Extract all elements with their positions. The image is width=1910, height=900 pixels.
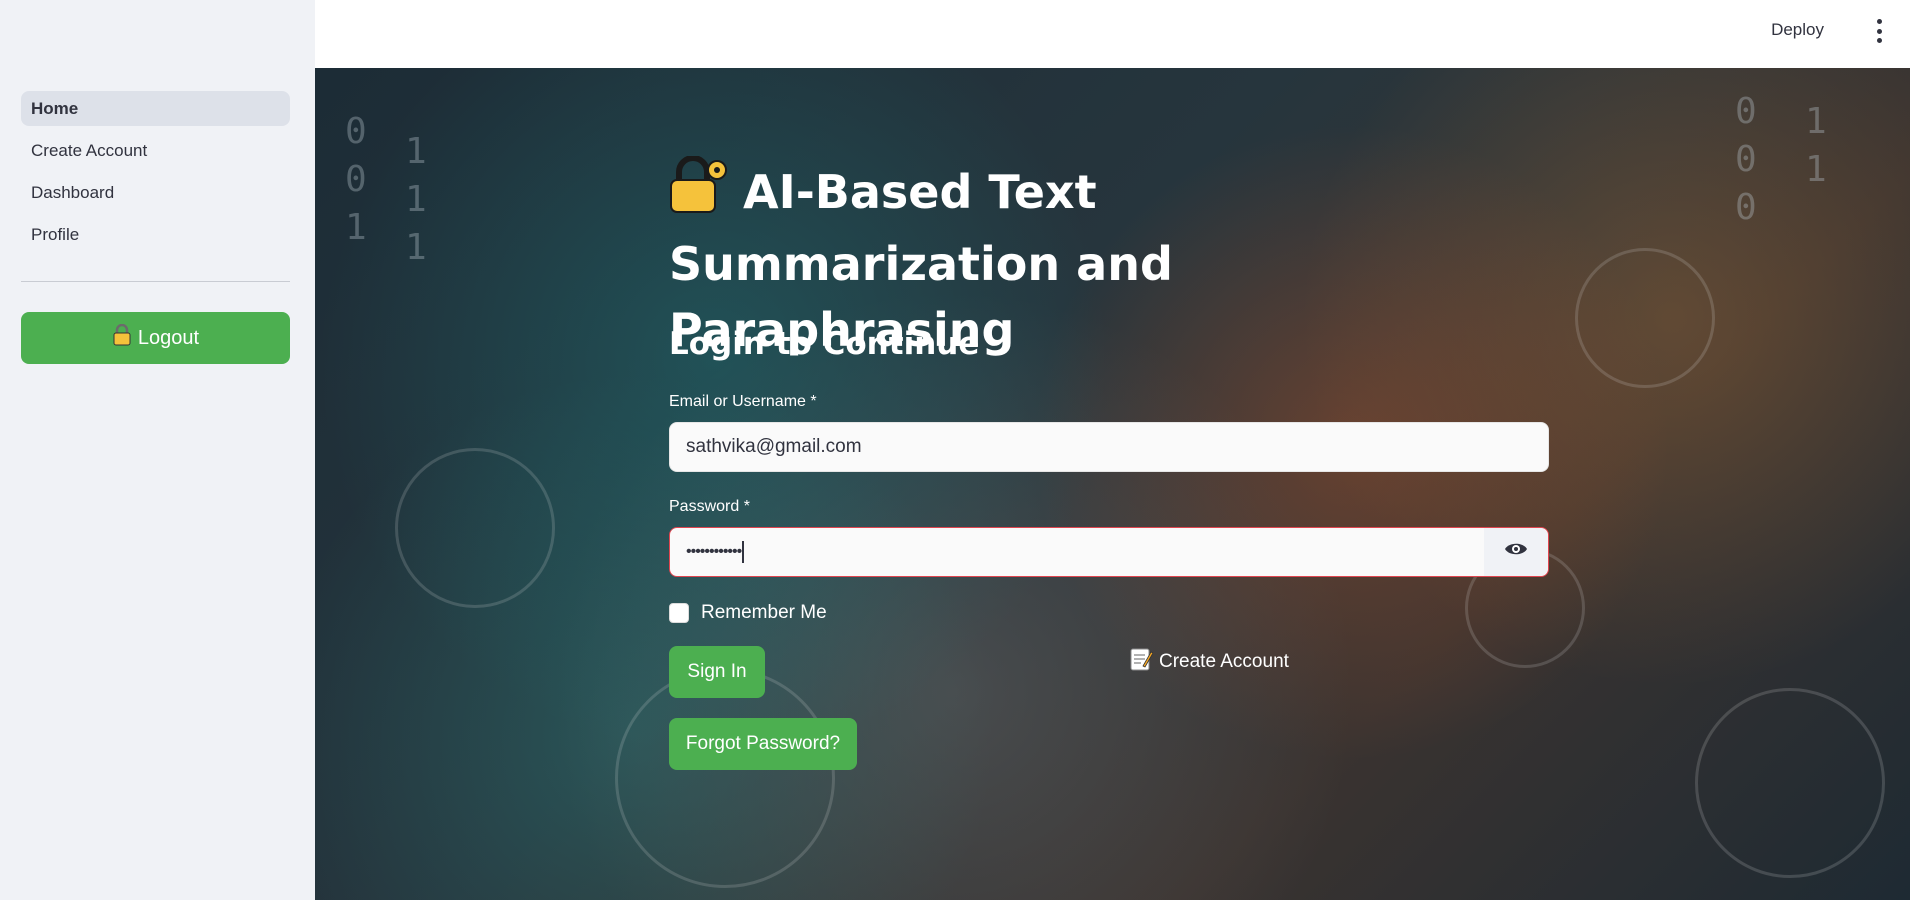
remember-me-label: Remember Me xyxy=(701,602,827,623)
sign-in-button[interactable]: Sign In xyxy=(669,646,765,698)
checkbox-box[interactable] xyxy=(669,603,689,623)
password-field[interactable]: •••••••••••• xyxy=(669,527,1549,577)
sidebar-item-dashboard[interactable]: Dashboard xyxy=(21,175,290,210)
deploy-button[interactable]: Deploy xyxy=(1771,20,1824,40)
forgot-password-button[interactable]: Forgot Password? xyxy=(669,718,857,770)
email-value: sathvika@gmail.com xyxy=(686,436,862,457)
sidebar-item-profile[interactable]: Profile xyxy=(21,217,290,252)
show-password-button[interactable] xyxy=(1484,528,1548,576)
remember-me-checkbox[interactable]: Remember Me xyxy=(669,602,827,624)
eye-icon xyxy=(1504,528,1528,576)
section-heading: Login to Continue xyxy=(669,326,980,362)
kebab-menu-icon[interactable] xyxy=(1874,19,1884,43)
create-account-button[interactable]: Create Account xyxy=(1129,646,1289,678)
sidebar: Home Create Account Dashboard Profile Lo… xyxy=(0,0,315,900)
sidebar-item-home[interactable]: Home xyxy=(21,91,290,126)
sidebar-nav: Home Create Account Dashboard Profile xyxy=(21,91,290,259)
sidebar-item-create-account[interactable]: Create Account xyxy=(21,133,290,168)
password-label: Password * xyxy=(669,498,750,515)
email-field[interactable]: sathvika@gmail.com xyxy=(669,422,1549,472)
password-value: •••••••••••• xyxy=(686,543,742,560)
memo-icon xyxy=(1129,646,1154,678)
top-header: Deploy xyxy=(315,0,1910,68)
email-label: Email or Username * xyxy=(669,393,817,410)
lock-icon xyxy=(112,323,132,352)
logout-label: Logout xyxy=(137,326,200,349)
text-caret xyxy=(742,540,745,563)
logout-button[interactable]: Logout xyxy=(21,312,290,364)
main-content: 001 111 000 11 AI-Based Text Summarizati… xyxy=(315,68,1910,900)
lock-with-key-icon xyxy=(669,155,731,231)
create-account-label: Create Account xyxy=(1159,651,1289,672)
sidebar-divider xyxy=(21,281,290,282)
